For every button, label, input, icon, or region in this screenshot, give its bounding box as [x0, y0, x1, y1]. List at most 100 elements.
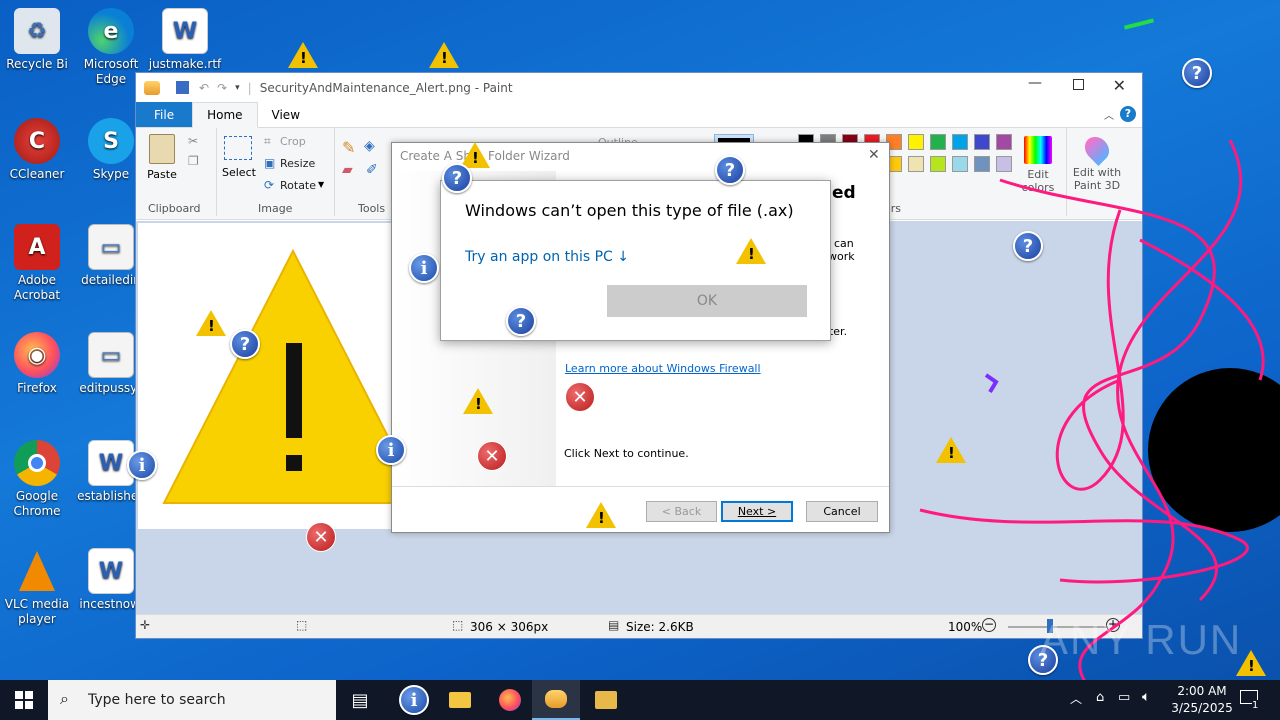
network-icon[interactable]: ⌂	[1096, 690, 1104, 705]
error-icon: ✕	[306, 522, 336, 552]
search-icon: ⌕	[60, 689, 69, 708]
image-dimensions: 306 × 306px	[470, 620, 549, 634]
question-icon: ?	[506, 306, 536, 336]
image-dimensions-icon: ⬚	[452, 618, 464, 632]
desktop-icon-label: Adobe	[18, 273, 56, 287]
window-title: SecurityAndMaintenance_Alert.png - Paint	[259, 80, 513, 95]
back-button[interactable]: < Back	[646, 501, 717, 522]
save-icon[interactable]	[176, 81, 189, 94]
question-icon: ?	[442, 163, 472, 193]
firefox-icon	[499, 689, 521, 711]
start-button[interactable]	[0, 680, 48, 720]
resize-button[interactable]: Resize	[280, 157, 315, 170]
recycle-bin-icon: ♻	[14, 8, 60, 54]
desktop-icon-justmake[interactable]: W justmake.rtf	[148, 8, 222, 72]
fill-icon[interactable]: ◈	[364, 138, 375, 154]
error-icon: ✕	[477, 441, 507, 471]
desktop-icon-label: Recycle Bi	[6, 57, 68, 71]
chrome-icon	[14, 440, 60, 486]
copy-icon[interactable]: ❐	[188, 154, 199, 168]
file-explorer-button[interactable]	[436, 680, 484, 720]
crop-icon[interactable]: ⌗	[264, 134, 271, 149]
tab-view[interactable]: View	[258, 102, 314, 127]
info-icon: i	[127, 450, 157, 480]
paint-app-icon	[144, 80, 160, 95]
continue-text: Click Next to continue.	[564, 447, 689, 460]
file-size-icon: ▤	[608, 618, 620, 632]
folder-taskbar-button[interactable]	[582, 680, 630, 720]
customize-quick-access-icon[interactable]: ▾	[235, 83, 240, 93]
paste-label: Paste	[147, 168, 177, 181]
windows-logo-icon	[15, 691, 33, 709]
select-button[interactable]: Select	[222, 136, 256, 179]
word-document-icon: W	[162, 8, 208, 54]
crop-button[interactable]: Crop	[280, 135, 306, 148]
redo-icon[interactable]: ↷	[217, 81, 227, 95]
taskbar-info-app[interactable]: i	[390, 680, 438, 720]
edge-icon: e	[88, 8, 134, 54]
clock-date[interactable]: 3/25/2025	[1166, 701, 1238, 715]
wizard-title: Folder Wizard	[488, 149, 570, 163]
resize-icon[interactable]: ▣	[264, 156, 275, 170]
next-button[interactable]: Next >	[721, 501, 793, 522]
search-box[interactable]: ⌕ Type here to search	[48, 680, 336, 720]
cancel-button[interactable]: Cancel	[806, 501, 878, 522]
task-view-button[interactable]: ▤	[336, 680, 384, 720]
try-app-link[interactable]: Try an app on this PC ↓	[465, 249, 629, 265]
eraser-icon[interactable]: ▰	[342, 162, 353, 178]
paint-taskbar-button[interactable]	[532, 680, 580, 720]
desktop-icon-label: player	[18, 612, 56, 626]
image-file-icon: ▭	[88, 332, 134, 378]
desktop-icon-vlc[interactable]: VLC media player	[0, 548, 74, 627]
selection-size-icon: ⬚	[296, 618, 308, 632]
color-picker-icon[interactable]: ✐	[366, 162, 378, 178]
firewall-link[interactable]: Learn more about Windows Firewall	[565, 362, 761, 375]
desktop-icon-chrome[interactable]: Google Chrome	[0, 440, 74, 519]
select-icon	[224, 136, 252, 160]
desktop-icon-recycle-bin[interactable]: ♻ Recycle Bi	[0, 8, 74, 72]
cursor-position-icon: ✛	[140, 618, 151, 632]
image-group-label: Image	[258, 202, 293, 215]
show-hidden-icons[interactable]: ︿	[1070, 690, 1082, 707]
cut-icon[interactable]: ✂	[188, 134, 198, 148]
clipboard-group-label: Clipboard	[148, 202, 201, 215]
desktop-icon-firefox[interactable]: ◉ Firefox	[0, 332, 74, 396]
minimize-button[interactable]: —	[1028, 75, 1042, 91]
wizard-heading: ed	[832, 183, 856, 203]
warning-icon	[288, 42, 318, 68]
desktop-icon-label: Chrome	[13, 504, 61, 518]
firefox-taskbar-button[interactable]	[486, 680, 534, 720]
image-file-icon: ▭	[88, 224, 134, 270]
desktop-icon-acrobat[interactable]: A Adobe Acrobat	[0, 224, 74, 303]
close-button[interactable]: ✕	[1113, 76, 1126, 95]
folder-icon	[595, 691, 617, 709]
warning-icon	[736, 238, 766, 264]
paint-titlebar[interactable]: ↶ ↷ ▾ | SecurityAndMaintenance_Alert.png…	[136, 73, 1142, 102]
warning-icon	[586, 502, 616, 528]
pencil-icon[interactable]: ✎	[342, 138, 355, 157]
info-icon: i	[409, 253, 439, 283]
desktop-icon-ccleaner[interactable]: C CCleaner	[0, 118, 74, 182]
tools-group-label: Tools	[358, 202, 386, 215]
volume-icon[interactable]: 🔈︎	[1142, 689, 1150, 705]
question-icon: ?	[230, 329, 260, 359]
maximize-button[interactable]	[1073, 79, 1084, 90]
undo-icon[interactable]: ↶	[199, 81, 209, 95]
open-with-dialog[interactable]: Windows can’t open this type of file (.a…	[440, 180, 831, 341]
rotate-button[interactable]: Rotate	[280, 179, 316, 192]
paste-button[interactable]: Paste	[144, 134, 180, 181]
clock-time[interactable]: 2:00 AM	[1172, 684, 1232, 698]
search-placeholder: Type here to search	[88, 692, 226, 708]
desktop-icon-label: Acrobat	[13, 288, 61, 302]
chevron-down-icon: ▼	[318, 180, 325, 189]
warning-icon	[196, 310, 226, 336]
desktop-icon-label: CCleaner	[9, 167, 65, 181]
rotate-icon[interactable]: ⟳	[264, 178, 274, 192]
tab-file[interactable]: File	[136, 102, 193, 127]
tab-home[interactable]: Home	[192, 102, 258, 128]
wizard-close-button[interactable]: ✕	[868, 147, 880, 163]
paint-icon	[545, 690, 567, 708]
ccleaner-icon: C	[14, 118, 60, 164]
ok-button[interactable]: OK	[607, 285, 807, 317]
monitor-icon[interactable]: ▭	[1118, 690, 1130, 705]
